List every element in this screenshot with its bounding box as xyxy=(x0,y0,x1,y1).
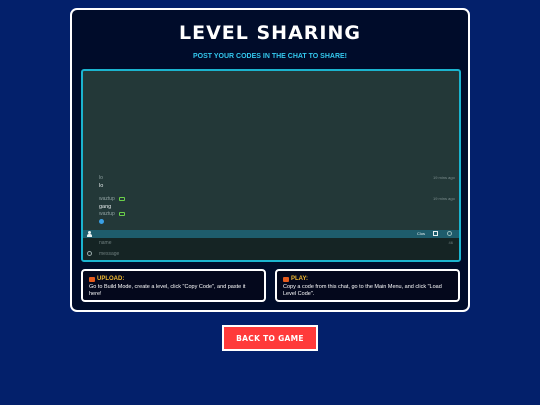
play-title: PLAY: xyxy=(291,276,309,282)
play-instructions: PLAY: Copy a code from this chat, go to … xyxy=(275,269,460,302)
link-icon[interactable] xyxy=(118,212,125,216)
upload-title: UPLOAD: xyxy=(97,276,125,282)
message-username[interactable]: waztup xyxy=(99,196,115,202)
page-title: LEVEL SHARING xyxy=(179,22,361,44)
external-link-icon[interactable] xyxy=(433,231,438,236)
info-icon[interactable] xyxy=(447,231,452,236)
settings-icon[interactable] xyxy=(87,251,92,256)
message-input[interactable]: message xyxy=(99,251,119,257)
chat-toolbar: Clos xyxy=(83,230,459,238)
message-time: 19 mins ago xyxy=(433,175,455,180)
play-icon xyxy=(283,276,289,282)
name-input[interactable]: name xyxy=(99,240,112,246)
upload-text: Go to Build Mode, create a level, click … xyxy=(89,284,246,298)
message-text: gang xyxy=(99,204,112,210)
chat-message: lo lo 19 mins ago xyxy=(99,175,455,189)
page-subtitle: POST YOUR CODES IN THE CHAT TO SHARE! xyxy=(192,53,347,60)
user-icon[interactable] xyxy=(87,231,92,237)
chat-message: waztup xyxy=(99,211,125,226)
chat-inputs: name 46 message xyxy=(83,238,459,260)
close-chat-button[interactable]: Clos xyxy=(417,231,425,236)
play-text: Copy a code from this chat, go to the Ma… xyxy=(283,284,442,298)
back-to-game-button[interactable]: BACK TO GAME xyxy=(222,325,318,351)
message-username[interactable]: waztup xyxy=(99,211,115,217)
level-sharing-panel: LEVEL SHARING POST YOUR CODES IN THE CHA… xyxy=(70,8,470,312)
chat-widget[interactable]: lo lo 19 mins ago waztup gang 19 mins ag… xyxy=(81,69,461,262)
upload-icon xyxy=(89,276,95,282)
emoji-icon xyxy=(99,219,104,224)
link-icon[interactable] xyxy=(118,197,125,201)
message-time: 19 mins ago xyxy=(433,196,455,201)
upload-instructions: UPLOAD: Go to Build Mode, create a level… xyxy=(81,269,266,302)
name-counter: 46 xyxy=(448,240,453,245)
message-username[interactable]: lo xyxy=(99,175,103,181)
chat-message: waztup gang 19 mins ago xyxy=(99,196,455,210)
message-text: lo xyxy=(99,183,104,189)
